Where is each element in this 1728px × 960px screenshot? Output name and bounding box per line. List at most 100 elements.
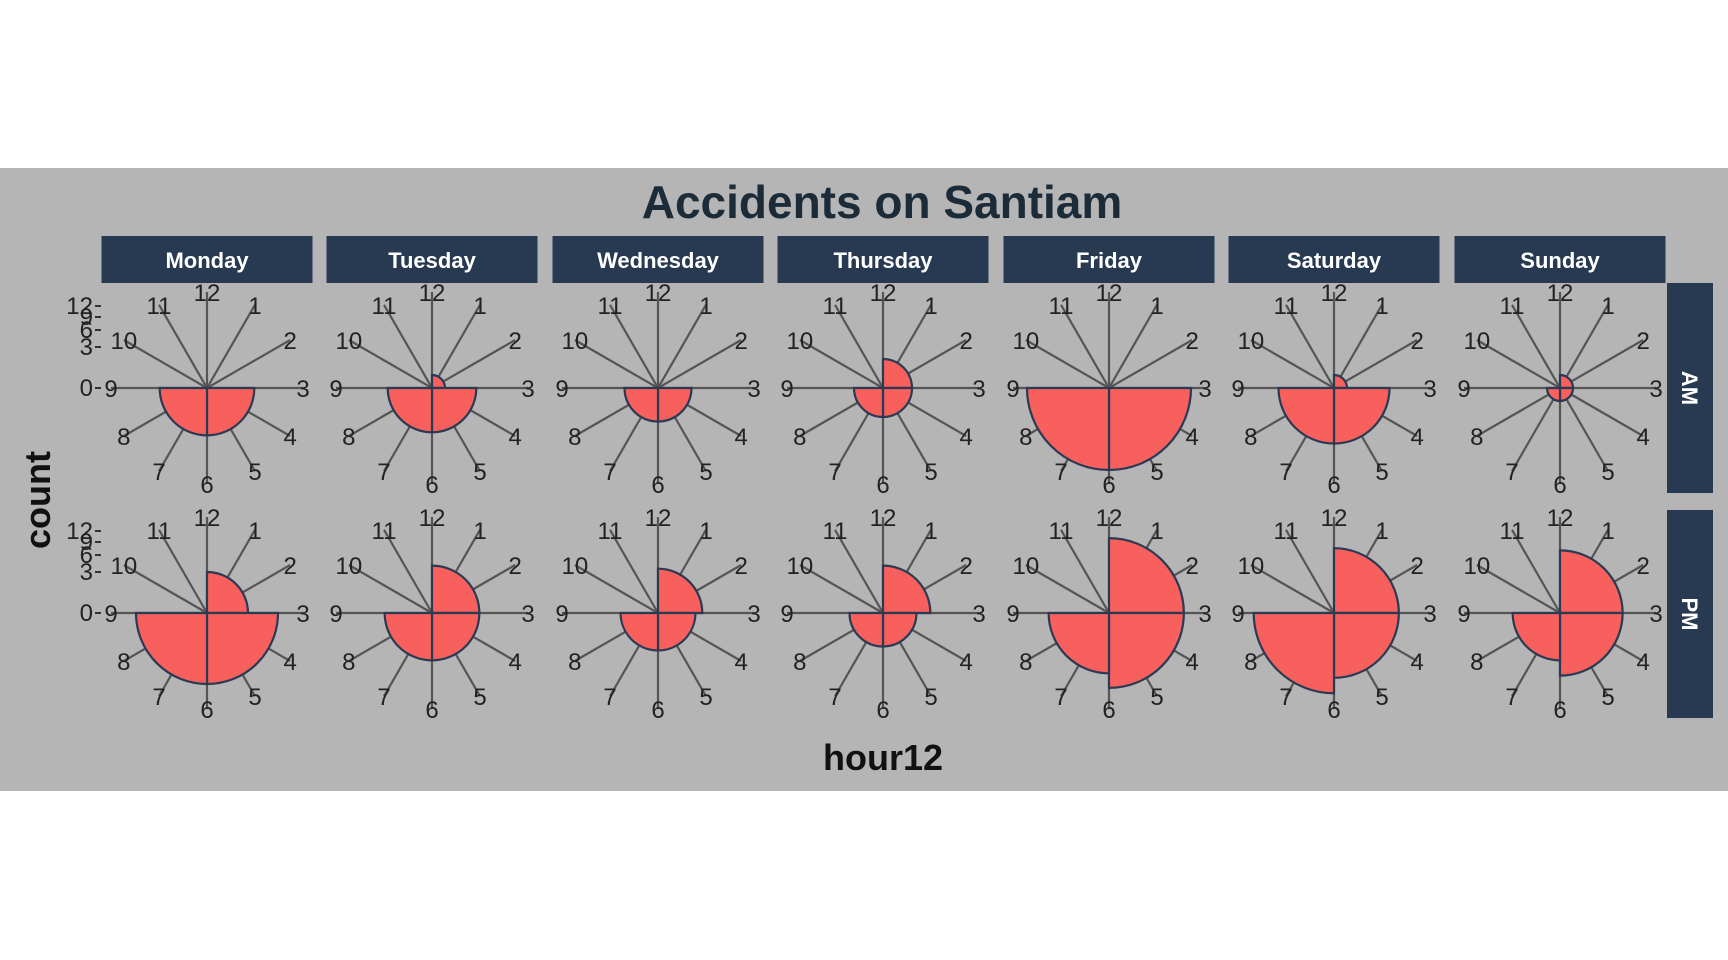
hour-label-6: 6 [1553,472,1566,499]
hour-label-3: 3 [747,601,760,628]
hour-label-1: 1 [1150,293,1163,320]
hour-label-10: 10 [336,328,363,355]
strip-saturday-label: Saturday [1287,248,1382,273]
hour-label-10: 10 [787,328,814,355]
radial-tick-label: 0 [80,600,93,627]
hour-label-11: 11 [147,293,172,320]
hour-label-5: 5 [699,684,712,711]
hour-label-3: 3 [972,601,985,628]
hour-label-9: 9 [555,601,568,628]
hour-label-10: 10 [111,553,138,580]
hour-label-9: 9 [329,601,342,628]
hour-label-3: 3 [747,376,760,403]
hour-label-5: 5 [924,459,937,486]
hour-label-3: 3 [1198,601,1211,628]
hour-label-8: 8 [793,424,806,451]
hour-label-3: 3 [1649,601,1662,628]
hour-label-2: 2 [283,328,296,355]
hour-label-10: 10 [787,553,814,580]
hour-label-4: 4 [1185,424,1198,451]
hour-label-11: 11 [598,293,623,320]
y-axis-label: count [17,451,58,549]
radial-tick-label: 0 [80,375,93,402]
hour-label-10: 10 [336,553,363,580]
hour-label-1: 1 [924,518,937,545]
hour-label-8: 8 [568,424,581,451]
hour-label-5: 5 [248,459,261,486]
hour-label-8: 8 [1019,424,1032,451]
hour-label-9: 9 [1006,601,1019,628]
hour-label-3: 3 [1423,376,1436,403]
hour-label-1: 1 [473,293,486,320]
hour-label-5: 5 [1150,459,1163,486]
hour-label-12: 12 [870,505,897,532]
hour-label-3: 3 [296,601,309,628]
chart-svg: Accidents on Santiam hour12 count Monday… [0,168,1728,791]
x-axis-label: hour12 [823,737,943,778]
hour-label-10: 10 [111,328,138,355]
hour-label-12: 12 [419,505,446,532]
hour-label-4: 4 [734,424,747,451]
hour-label-5: 5 [473,684,486,711]
hour-label-12: 12 [1096,505,1123,532]
hour-label-10: 10 [1238,553,1265,580]
hour-label-8: 8 [1019,649,1032,676]
hour-label-2: 2 [734,553,747,580]
hour-label-4: 4 [1185,649,1198,676]
hour-label-7: 7 [1279,459,1292,486]
hour-label-11: 11 [823,293,848,320]
hour-label-2: 2 [1410,328,1423,355]
hour-label-10: 10 [1238,328,1265,355]
hour-label-9: 9 [329,376,342,403]
hour-label-4: 4 [283,649,296,676]
strip-pm-label: PM [1677,598,1702,631]
hour-label-8: 8 [342,649,355,676]
hour-label-5: 5 [248,684,261,711]
hour-label-9: 9 [1457,601,1470,628]
hour-label-7: 7 [1054,684,1067,711]
hour-label-7: 7 [828,684,841,711]
hour-label-1: 1 [1375,293,1388,320]
hour-label-3: 3 [1649,376,1662,403]
hour-label-3: 3 [1423,601,1436,628]
hour-label-8: 8 [117,649,130,676]
hour-label-12: 12 [419,280,446,307]
hour-label-8: 8 [1244,649,1257,676]
hour-label-2: 2 [283,553,296,580]
hour-label-11: 11 [1049,518,1074,545]
hour-label-1: 1 [248,518,261,545]
hour-label-8: 8 [793,649,806,676]
hour-label-6: 6 [1327,472,1340,499]
hour-label-12: 12 [1547,280,1574,307]
hour-label-7: 7 [1505,684,1518,711]
strip-monday-label: Monday [165,248,249,273]
hour-label-10: 10 [1464,553,1491,580]
hour-label-9: 9 [104,601,117,628]
hour-label-4: 4 [959,424,972,451]
hour-label-1: 1 [1601,293,1614,320]
hour-label-12: 12 [1096,280,1123,307]
hour-label-7: 7 [152,459,165,486]
hour-label-1: 1 [1150,518,1163,545]
hour-label-2: 2 [1185,553,1198,580]
hour-label-8: 8 [1470,649,1483,676]
hour-label-5: 5 [699,459,712,486]
hour-label-11: 11 [1500,518,1525,545]
hour-label-2: 2 [1636,328,1649,355]
hour-label-7: 7 [603,684,616,711]
hour-label-3: 3 [296,376,309,403]
hour-label-4: 4 [1410,649,1423,676]
hour-label-6: 6 [1102,697,1115,724]
hour-label-7: 7 [1054,459,1067,486]
hour-label-7: 7 [152,684,165,711]
hour-label-7: 7 [828,459,841,486]
hour-label-10: 10 [1013,328,1040,355]
hour-label-9: 9 [1457,376,1470,403]
hour-label-2: 2 [508,328,521,355]
hour-label-12: 12 [194,280,221,307]
hour-label-6: 6 [876,697,889,724]
hour-label-6: 6 [1553,697,1566,724]
hour-label-8: 8 [1244,424,1257,451]
hour-label-11: 11 [372,293,397,320]
hour-label-8: 8 [568,649,581,676]
